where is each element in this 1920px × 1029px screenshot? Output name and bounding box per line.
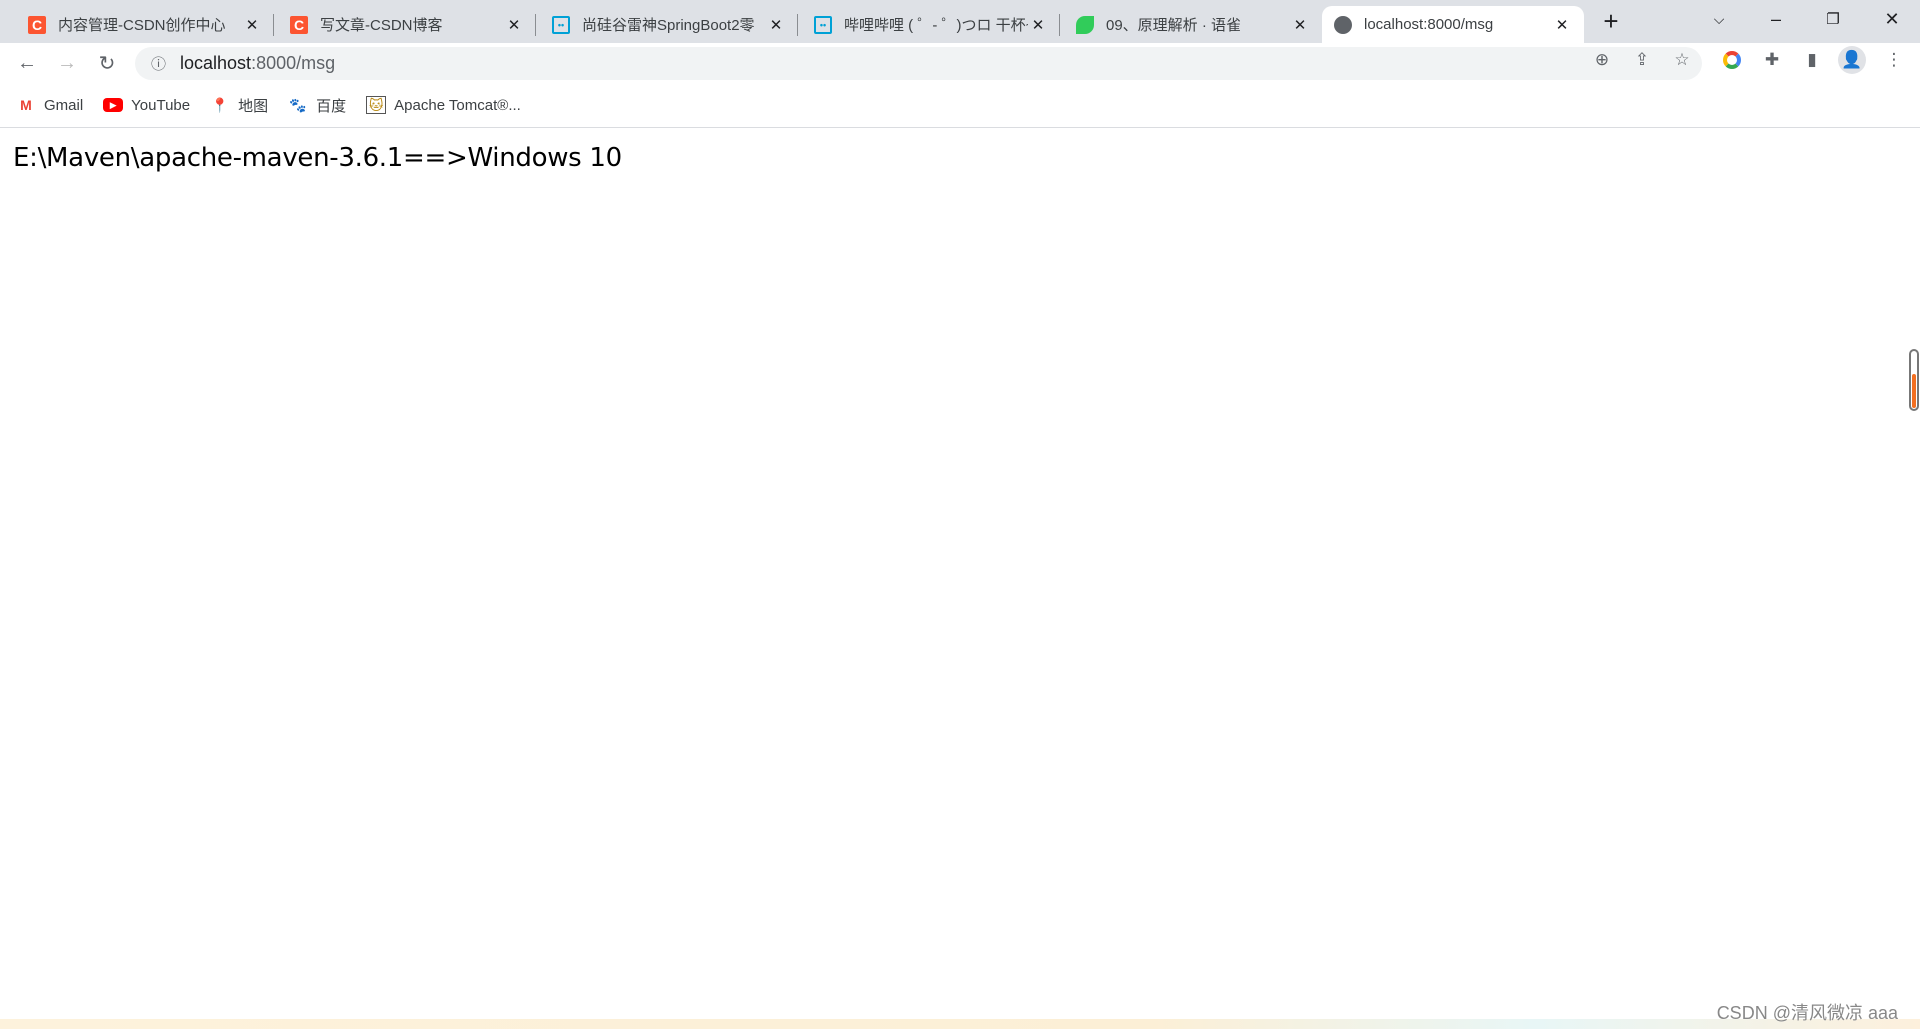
info-icon[interactable]: ⓘ bbox=[151, 53, 166, 74]
youtube-icon: ▶ bbox=[103, 98, 124, 112]
window-close-button[interactable]: ✕ bbox=[1864, 0, 1920, 38]
tab-csdn-write[interactable]: C 写文章-CSDN博客 ✕ bbox=[278, 6, 536, 43]
bookmark-label: Gmail bbox=[44, 96, 84, 114]
scrollbar-thumb[interactable] bbox=[1912, 374, 1916, 408]
tab-search-chevron-icon[interactable]: ⌵ bbox=[1691, 0, 1747, 38]
address-path: :8000/msg bbox=[251, 53, 336, 73]
bookmark-maps[interactable]: 📍 地图 bbox=[210, 95, 268, 116]
bookmark-label: Apache Tomcat®... bbox=[394, 96, 521, 114]
bilibili-icon: •• bbox=[814, 15, 832, 34]
close-icon[interactable]: ✕ bbox=[766, 16, 786, 34]
minimize-button[interactable]: – bbox=[1748, 0, 1804, 38]
gmail-icon: M bbox=[20, 97, 32, 113]
close-icon[interactable]: ✕ bbox=[504, 16, 524, 34]
tomcat-icon: 🐱 bbox=[366, 96, 387, 114]
tab-title: 内容管理-CSDN创作中心 bbox=[58, 17, 226, 34]
baidu-icon: 🐾 bbox=[289, 96, 307, 113]
bookmark-gmail[interactable]: M Gmail bbox=[16, 96, 83, 114]
menu-kebab-icon[interactable]: ⋮ bbox=[1882, 48, 1906, 72]
close-icon[interactable]: ✕ bbox=[242, 16, 262, 34]
browser-toolbar: ← → ↻ ⓘ localhost:8000/msg ⊕ ⇪ ☆ ✚ ▮ 👤 ⋮ bbox=[0, 43, 1920, 83]
bookmark-tomcat[interactable]: 🐱 Apache Tomcat®... bbox=[366, 96, 521, 114]
bookmarks-bar: M Gmail ▶ YouTube 📍 地图 🐾 百度 🐱 Apache Tomcat®.… bbox=[0, 83, 1920, 128]
tab-bilibili-springboot[interactable]: •• 尚硅谷雷神SpringBoot2零 ✕ bbox=[540, 6, 798, 43]
restore-button[interactable]: ❐ bbox=[1805, 0, 1861, 38]
tab-title: 哔哩哔哩 ( ゜- ゜)つロ 干杯~ bbox=[844, 17, 1028, 34]
tab-localhost-active[interactable]: localhost:8000/msg ✕ bbox=[1322, 6, 1584, 43]
watermark: CSDN @清风微凉 aaa bbox=[1716, 1003, 1898, 1023]
tab-title: localhost:8000/msg bbox=[1364, 16, 1494, 33]
forward-button[interactable]: → bbox=[53, 49, 81, 77]
side-panel-icon[interactable]: ▮ bbox=[1800, 48, 1824, 72]
tab-title: 尚硅谷雷神SpringBoot2零 bbox=[582, 17, 755, 34]
close-icon[interactable]: ✕ bbox=[1552, 16, 1572, 34]
tab-csdn-content[interactable]: C 内容管理-CSDN创作中心 ✕ bbox=[16, 6, 274, 43]
close-icon[interactable]: ✕ bbox=[1290, 16, 1310, 34]
page-message: E:\Maven\apache-maven-3.6.1==>Windows 10 bbox=[13, 143, 622, 173]
csdn-icon: C bbox=[290, 15, 308, 34]
back-button[interactable]: ← bbox=[13, 49, 41, 77]
share-icon[interactable]: ⇪ bbox=[1630, 48, 1654, 72]
tab-strip: C 内容管理-CSDN创作中心 ✕ C 写文章-CSDN博客 ✕ •• 尚硅谷雷神Spri… bbox=[0, 0, 1920, 43]
bookmark-label: YouTube bbox=[131, 96, 191, 114]
extensions-puzzle-icon[interactable]: ✚ bbox=[1760, 48, 1784, 72]
address-host: localhost bbox=[180, 53, 252, 73]
google-extension-icon[interactable] bbox=[1720, 48, 1744, 72]
maps-icon: 📍 bbox=[211, 96, 229, 113]
bookmark-youtube[interactable]: ▶ YouTube bbox=[103, 97, 190, 114]
profile-avatar-icon[interactable]: 👤 bbox=[1838, 46, 1866, 74]
bilibili-icon: •• bbox=[552, 15, 570, 34]
globe-icon bbox=[1334, 15, 1352, 34]
csdn-icon: C bbox=[28, 15, 46, 34]
close-icon[interactable]: ✕ bbox=[1028, 16, 1048, 34]
tab-title: 09、原理解析 · 语雀 bbox=[1106, 17, 1242, 34]
bottom-decoration-strip bbox=[0, 1019, 1920, 1029]
bookmark-label: 地图 bbox=[238, 97, 269, 115]
address-bar[interactable]: ⓘ localhost:8000/msg bbox=[135, 47, 1702, 80]
scrollbar[interactable] bbox=[1909, 349, 1919, 411]
yuque-icon bbox=[1076, 15, 1094, 34]
bookmark-star-icon[interactable]: ☆ bbox=[1670, 48, 1694, 72]
new-tab-button[interactable]: + bbox=[1583, 2, 1639, 40]
tab-yuque[interactable]: 09、原理解析 · 语雀 ✕ bbox=[1064, 6, 1322, 43]
bookmark-baidu[interactable]: 🐾 百度 bbox=[288, 95, 346, 116]
tab-bilibili[interactable]: •• 哔哩哔哩 ( ゜- ゜)つロ 干杯~ ✕ bbox=[802, 6, 1060, 43]
reload-button[interactable]: ↻ bbox=[93, 49, 121, 77]
bookmark-label: 百度 bbox=[316, 97, 347, 115]
zoom-icon[interactable]: ⊕ bbox=[1590, 48, 1614, 72]
tab-title: 写文章-CSDN博客 bbox=[320, 17, 443, 34]
